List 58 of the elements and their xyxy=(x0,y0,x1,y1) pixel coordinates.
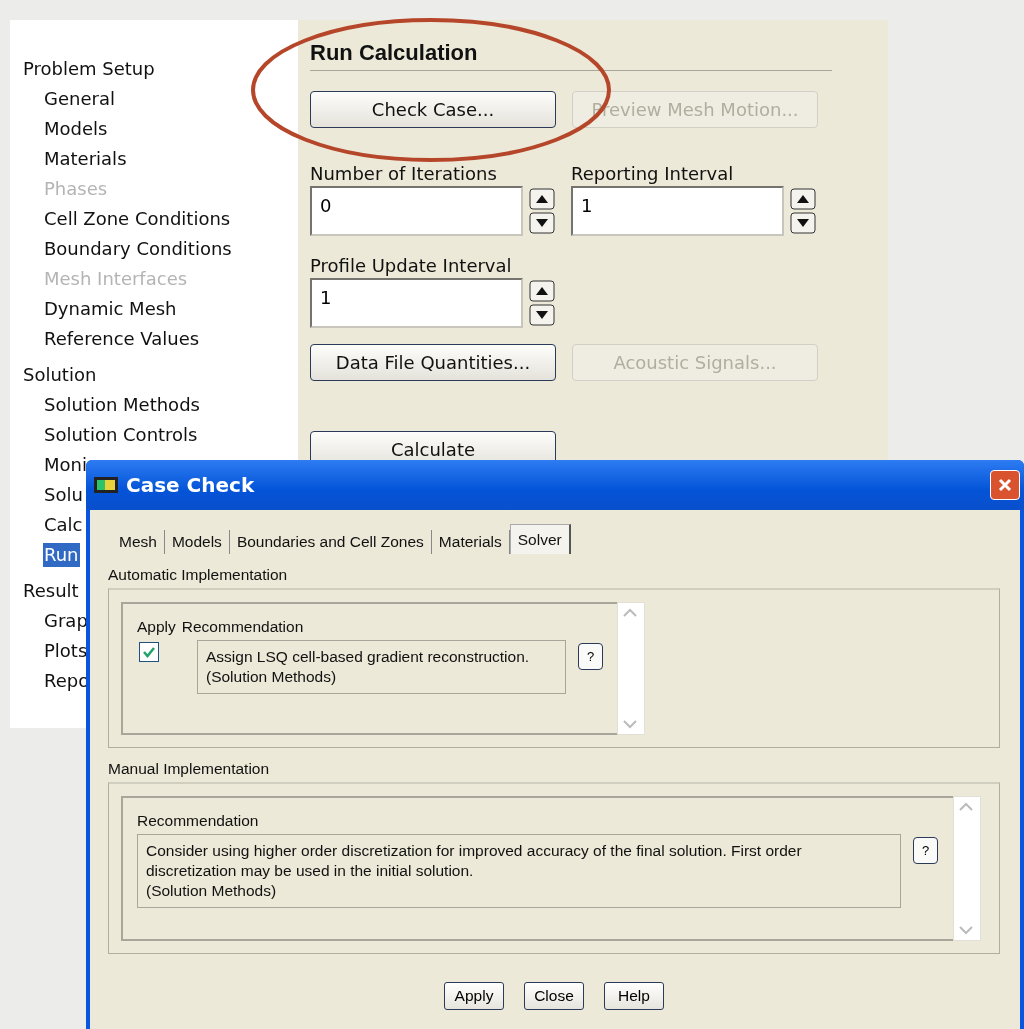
column-header: Recommendation xyxy=(181,618,304,636)
tab[interactable]: Materials xyxy=(431,530,510,554)
help-button[interactable]: ? xyxy=(578,643,603,670)
action-button[interactable]: Data File Quantities... xyxy=(310,344,556,381)
scroll-bar[interactable] xyxy=(953,796,981,941)
tab[interactable]: Mesh xyxy=(112,530,165,554)
tree-item[interactable]: Dynamic Mesh xyxy=(43,294,178,324)
tree-item[interactable]: Cell Zone Conditions xyxy=(43,204,232,234)
check-icon xyxy=(142,645,156,659)
close-button[interactable] xyxy=(990,470,1020,500)
field-label: Profile Update Interval xyxy=(310,254,513,278)
spin-up-button[interactable] xyxy=(790,188,816,210)
tree-section[interactable]: Result xyxy=(23,576,79,606)
column-header: Recommendation xyxy=(137,812,260,830)
dialog-button[interactable]: Apply xyxy=(444,982,504,1010)
tree-item[interactable]: Moni xyxy=(43,450,88,480)
action-button[interactable]: Check Case... xyxy=(310,91,556,128)
recommendation-text: Assign LSQ cell-based gradient reconstruction. (Solution Methods) xyxy=(197,640,567,694)
tab[interactable]: Solver xyxy=(509,524,571,554)
spin-down-button[interactable] xyxy=(790,212,816,234)
tree-item[interactable]: Models xyxy=(43,114,109,144)
tree-item[interactable]: Reference Values xyxy=(43,324,201,354)
dialog-button[interactable]: Close xyxy=(524,982,584,1010)
number-field[interactable]: 0 xyxy=(310,186,523,236)
tree-section[interactable]: Solution xyxy=(23,360,97,390)
dialog-button[interactable]: Help xyxy=(604,982,664,1010)
app-icon xyxy=(94,475,118,495)
tree-item[interactable]: Run xyxy=(43,543,80,567)
tree-item[interactable]: Calc xyxy=(43,510,84,540)
spin-down-button[interactable] xyxy=(529,304,555,326)
spin-down-button[interactable] xyxy=(529,212,555,234)
tree-item[interactable]: Solution Methods xyxy=(43,390,201,420)
scroll-bar[interactable] xyxy=(617,602,645,735)
tree-item[interactable]: Materials xyxy=(43,144,128,174)
field-label: Reporting Interval xyxy=(571,162,735,186)
help-button[interactable]: ? xyxy=(913,837,938,864)
tab[interactable]: Boundaries and Cell Zones xyxy=(229,530,432,554)
tree-item[interactable]: Solu xyxy=(43,480,84,510)
spin-up-button[interactable] xyxy=(529,188,555,210)
recommendation-text: Consider using higher order discretization for improved accuracy of the final solution. First order discretization may be used in the initial solution. (Solution Methods) xyxy=(137,834,901,908)
tree-section[interactable]: Problem Setup xyxy=(23,54,155,84)
dialog-title: Case Check xyxy=(126,473,256,497)
tree-item[interactable]: Plots xyxy=(43,636,89,666)
spin-up-button[interactable] xyxy=(529,280,555,302)
number-field[interactable]: 1 xyxy=(571,186,784,236)
group-heading: Automatic Implementation xyxy=(108,566,289,584)
tree-item[interactable]: Boundary Conditions xyxy=(43,234,233,264)
apply-checkbox[interactable] xyxy=(139,642,159,662)
field-label: Number of Iterations xyxy=(310,162,498,186)
group-heading: Manual Implementation xyxy=(108,760,271,778)
tree-item[interactable]: Solution Controls xyxy=(43,420,199,450)
tab[interactable]: Models xyxy=(164,530,230,554)
tree-item[interactable]: General xyxy=(43,84,116,114)
tree-item[interactable]: Grap xyxy=(43,606,89,636)
close-icon[interactable] xyxy=(997,477,1013,493)
panel-title: Run Calculation xyxy=(310,40,832,71)
number-field[interactable]: 1 xyxy=(310,278,523,328)
column-header: Apply xyxy=(137,618,176,636)
